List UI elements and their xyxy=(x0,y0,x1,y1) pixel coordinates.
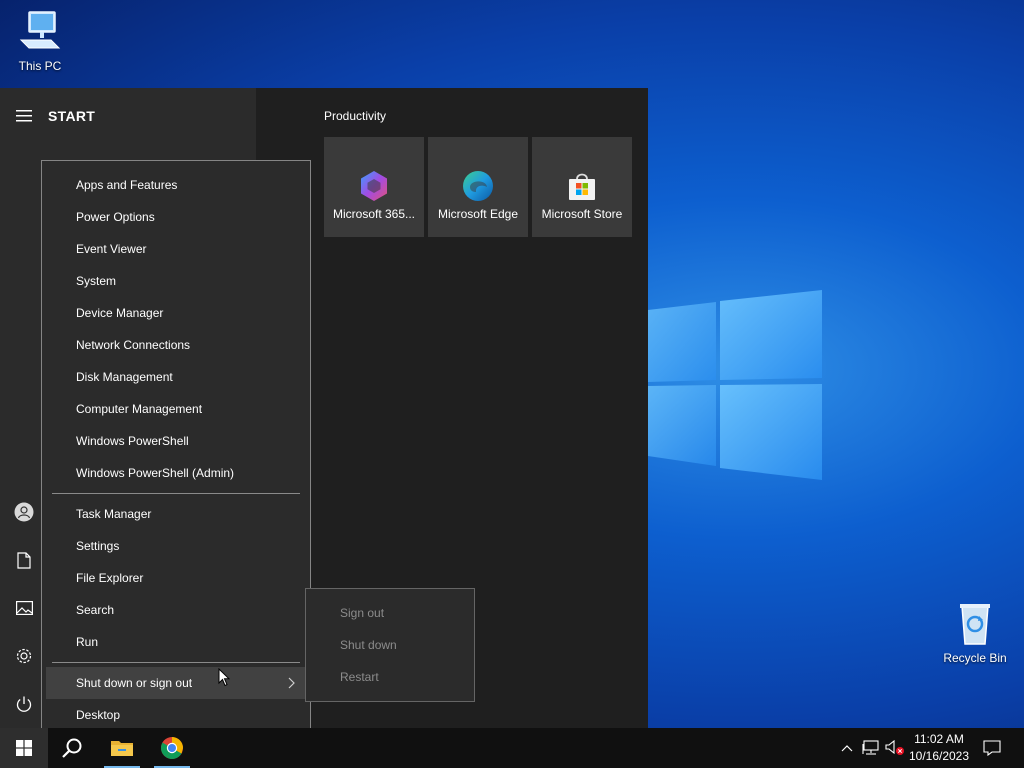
chevron-right-icon xyxy=(284,667,298,699)
submenu-item-shut-down[interactable]: Shut down xyxy=(306,629,474,661)
action-center-button[interactable] xyxy=(978,728,1006,768)
tile-microsoft-edge[interactable]: Microsoft Edge xyxy=(428,137,528,237)
menu-separator xyxy=(52,662,300,663)
clock-date: 10/16/2023 xyxy=(908,749,970,763)
volume-tray-button[interactable] xyxy=(884,728,906,768)
submenu-item-sign-out[interactable]: Sign out xyxy=(306,597,474,629)
file-explorer-icon xyxy=(111,741,133,756)
start-button[interactable] xyxy=(0,728,48,768)
pictures-icon xyxy=(15,601,33,615)
network-icon xyxy=(862,740,879,755)
tile-microsoft-365[interactable]: Microsoft 365... xyxy=(324,137,424,237)
store-icon xyxy=(569,173,595,200)
menu-item-file-explorer[interactable]: File Explorer xyxy=(42,562,310,594)
notifications-icon xyxy=(983,740,1001,756)
shutdown-submenu: Sign out Shut down Restart xyxy=(305,588,475,702)
menu-item-desktop[interactable]: Desktop xyxy=(42,699,310,731)
tile-label: Microsoft Store xyxy=(541,207,623,221)
desktop-icon-this-pc[interactable]: This PC xyxy=(0,8,80,73)
desktop-icon-label: Recycle Bin xyxy=(943,651,1007,665)
menu-item-system[interactable]: System xyxy=(42,265,310,297)
power-icon xyxy=(16,696,32,712)
computer-icon xyxy=(19,11,61,49)
start-header: START xyxy=(0,102,95,130)
tile-microsoft-store[interactable]: Microsoft Store xyxy=(532,137,632,237)
show-hidden-icons-button[interactable] xyxy=(838,728,856,768)
recycle-bin-icon xyxy=(960,604,990,645)
menu-item-computer-management[interactable]: Computer Management xyxy=(42,393,310,425)
menu-item-task-manager[interactable]: Task Manager xyxy=(42,498,310,530)
hamburger-icon xyxy=(16,110,32,122)
clock-time: 11:02 AM xyxy=(914,732,964,746)
tile-label: Microsoft 365... xyxy=(332,207,416,221)
network-tray-button[interactable] xyxy=(860,728,882,768)
start-title: START xyxy=(48,108,96,124)
tile-label: Microsoft Edge xyxy=(437,207,519,221)
menu-item-search[interactable]: Search xyxy=(42,594,310,626)
menu-item-event-viewer[interactable]: Event Viewer xyxy=(42,233,310,265)
menu-item-apps-and-features[interactable]: Apps and Features xyxy=(42,169,310,201)
chrome-icon xyxy=(161,737,183,759)
volume-muted-icon xyxy=(885,740,904,755)
chrome-taskbar-button[interactable] xyxy=(148,728,196,768)
file-explorer-taskbar-button[interactable] xyxy=(98,728,146,768)
search-icon xyxy=(62,738,82,758)
desktop-icon-label: This PC xyxy=(18,59,62,73)
menu-item-power-options[interactable]: Power Options xyxy=(42,201,310,233)
menu-item-device-manager[interactable]: Device Manager xyxy=(42,297,310,329)
search-button[interactable] xyxy=(48,728,96,768)
menu-item-shut-down-or-sign-out[interactable]: Shut down or sign out xyxy=(46,667,306,699)
taskbar-clock[interactable]: 11:02 AM 10/16/2023 xyxy=(906,731,972,765)
windows-wallpaper-logo xyxy=(648,290,822,480)
menu-item-label: Shut down or sign out xyxy=(76,676,193,690)
desktop-icon-recycle-bin[interactable]: Recycle Bin xyxy=(935,600,1015,665)
menu-separator xyxy=(52,493,300,494)
windows-start-icon xyxy=(16,740,32,756)
microsoft-365-icon xyxy=(361,171,387,201)
submenu-item-restart[interactable]: Restart xyxy=(306,661,474,693)
edge-icon xyxy=(463,171,493,201)
power-user-menu: Apps and Features Power Options Event Vi… xyxy=(41,160,311,740)
menu-item-run[interactable]: Run xyxy=(42,626,310,658)
menu-item-settings[interactable]: Settings xyxy=(42,530,310,562)
menu-item-network-connections[interactable]: Network Connections xyxy=(42,329,310,361)
menu-item-windows-powershell-admin[interactable]: Windows PowerShell (Admin) xyxy=(42,457,310,489)
taskbar: 11:02 AM 10/16/2023 xyxy=(0,728,1024,768)
mouse-cursor-icon xyxy=(218,668,230,687)
settings-icon xyxy=(16,648,32,664)
menu-item-disk-management[interactable]: Disk Management xyxy=(42,361,310,393)
user-icon xyxy=(14,502,34,522)
tile-group-title: Productivity xyxy=(324,109,387,123)
document-icon xyxy=(17,551,31,569)
chevron-up-icon xyxy=(841,744,853,751)
hamburger-menu-button[interactable] xyxy=(0,102,48,130)
menu-item-windows-powershell[interactable]: Windows PowerShell xyxy=(42,425,310,457)
